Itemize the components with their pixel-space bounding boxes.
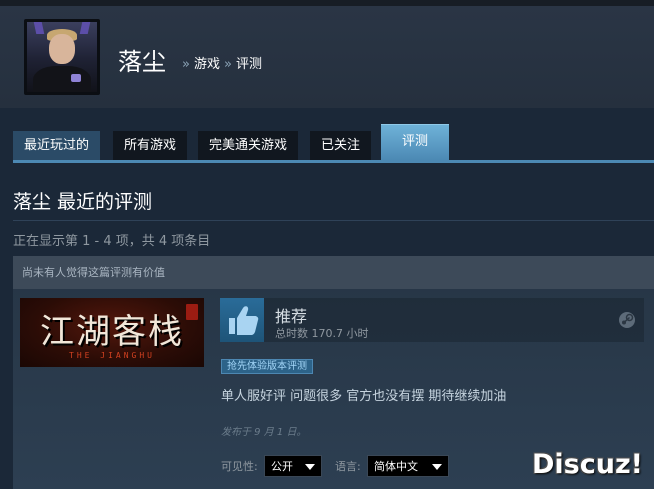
chevron-down-icon <box>432 464 442 470</box>
visibility-label: 可见性: <box>221 460 258 473</box>
breadcrumb-separator: » <box>223 57 232 72</box>
visibility-dropdown[interactable]: 公开 <box>264 455 322 477</box>
language-dropdown[interactable]: 简体中文 <box>367 455 449 477</box>
tab-all-games[interactable]: 所有游戏 <box>113 131 188 160</box>
tab-underline <box>13 160 654 163</box>
avatar[interactable] <box>24 19 100 95</box>
language-value: 简体中文 <box>374 460 418 473</box>
breadcrumb-games-link[interactable]: 游戏 <box>194 57 220 72</box>
watermark: Discuz! <box>532 449 643 480</box>
steam-icon <box>618 311 636 329</box>
chevron-down-icon <box>305 464 315 470</box>
review-text: 单人服好评 问题很多 官方也没有摆 期待继续加油 <box>221 389 507 404</box>
tab-perfect-games[interactable]: 完美通关游戏 <box>198 131 299 160</box>
tab-recently-played[interactable]: 最近玩过的 <box>13 131 101 160</box>
helpful-notice: 尚未有人觉得这篇评测有价值 <box>13 256 654 289</box>
results-count: 正在显示第 1 - 4 项，共 4 项条目 <box>13 234 211 249</box>
avatar-image <box>27 22 97 92</box>
game-capsule[interactable]: 江湖客栈 THE JIANGHU <box>20 298 204 367</box>
playtime: 总时数 170.7 小时 <box>275 327 369 340</box>
tab-followed[interactable]: 已关注 <box>310 131 372 160</box>
page-title: 落尘 最近的评测 <box>13 191 153 213</box>
posted-date: 发布于 9 月 1 日。 <box>221 427 307 438</box>
breadcrumb-reviews-link[interactable]: 评测 <box>236 57 262 72</box>
language-label: 语言: <box>335 460 361 473</box>
thumbs-up-icon <box>220 298 264 342</box>
game-logo-subtitle: THE JIANGHU <box>69 351 155 360</box>
game-logo-text: 江湖客栈 <box>40 312 184 352</box>
tab-reviews[interactable]: 评测 <box>381 124 449 160</box>
seal-icon <box>186 304 198 320</box>
profile-name-link[interactable]: 落尘 <box>118 42 166 77</box>
recommendation-label: 推荐 <box>275 307 308 326</box>
profile-header: 落尘 » 游戏» 评测 <box>0 6 654 108</box>
breadcrumb: » 游戏» 评测 <box>178 53 262 72</box>
divider <box>13 220 654 221</box>
early-access-badge: 抢先体验版本评测 <box>221 359 313 374</box>
recommendation-header[interactable]: 推荐 总时数 170.7 小时 <box>220 298 644 342</box>
visibility-value: 公开 <box>271 460 293 473</box>
breadcrumb-separator: » <box>182 57 190 72</box>
